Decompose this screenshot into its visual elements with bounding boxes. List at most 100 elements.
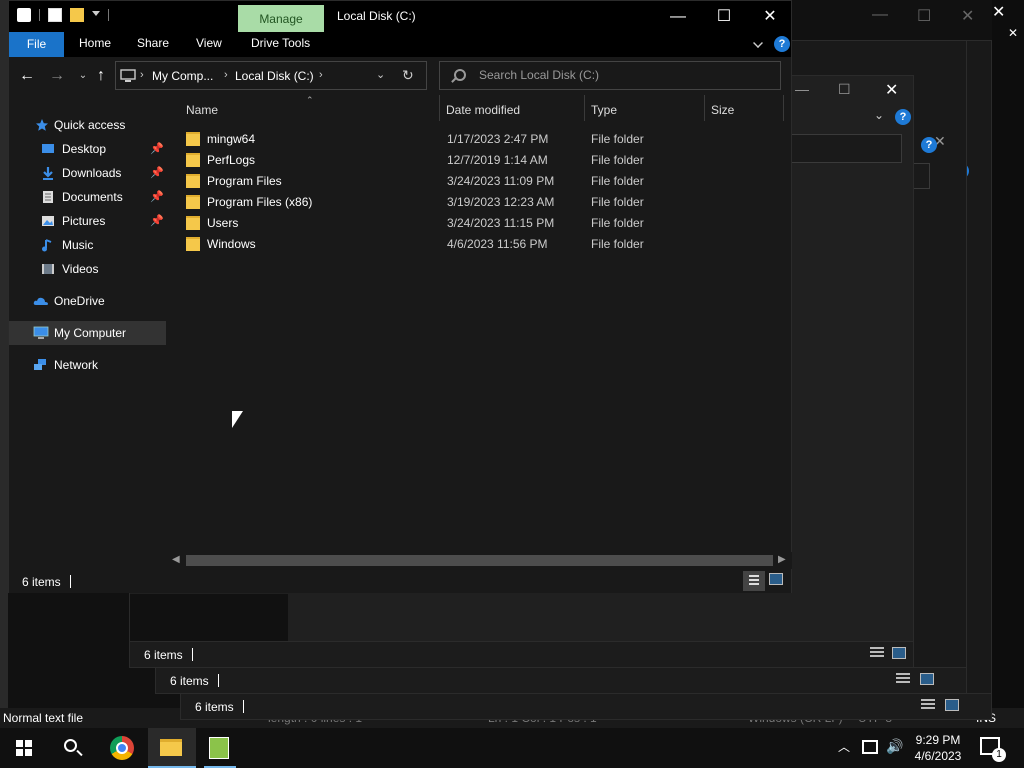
column-divider[interactable] <box>439 95 440 121</box>
large-icons-view-button[interactable] <box>769 573 783 585</box>
scroll-left-arrow-icon[interactable]: ◀ <box>172 554 180 565</box>
nav-videos[interactable]: Videos <box>9 257 166 281</box>
maximize-button[interactable]: ☐ <box>701 1 747 32</box>
tiles-view-icon[interactable] <box>892 647 906 659</box>
start-button[interactable] <box>0 728 48 768</box>
notepad-plus-plus-taskbar-button[interactable] <box>196 728 244 768</box>
windows-logo-icon <box>16 740 32 756</box>
bg-maximize-button[interactable]: ☐ <box>917 6 931 26</box>
file-row[interactable]: PerfLogs 12/7/2019 1:14 AM File folder <box>186 150 786 171</box>
help-icon[interactable]: ? <box>921 137 937 153</box>
minimize-icon[interactable]: — <box>795 81 809 97</box>
bg-close-button[interactable]: ✕ <box>961 6 974 26</box>
videos-icon <box>42 264 54 274</box>
app-icon[interactable] <box>17 8 31 22</box>
breadcrumb-local-disk[interactable]: Local Disk (C:) <box>235 69 314 83</box>
chrome-taskbar-button[interactable] <box>98 728 146 768</box>
scroll-right-arrow-icon[interactable]: ▶ <box>778 554 786 565</box>
bg-close-small[interactable]: ✕ <box>1008 26 1018 40</box>
volume-icon[interactable]: 🔊 <box>886 738 903 768</box>
forward-button[interactable]: → <box>47 66 67 86</box>
refresh-icon[interactable]: ↻ <box>402 67 414 84</box>
breadcrumb-my-computer[interactable]: My Comp... <box>152 69 213 83</box>
details-view-button[interactable] <box>743 571 765 591</box>
file-explorer-window[interactable]: Manage Local Disk (C:) — ☐ ✕ File Home S… <box>8 0 792 593</box>
file-explorer-taskbar-button[interactable] <box>148 728 196 768</box>
item-count: 6 items <box>170 674 209 688</box>
scrollbar-thumb[interactable] <box>186 555 773 566</box>
ribbon-expand-icon[interactable]: ⌄ <box>874 108 884 122</box>
tab-home[interactable]: Home <box>79 36 111 50</box>
title-bar[interactable]: Manage Local Disk (C:) — ☐ ✕ <box>9 1 791 32</box>
tab-drive-tools[interactable]: Drive Tools <box>251 36 310 50</box>
bg-minimize-button[interactable]: — <box>872 6 888 24</box>
file-name: Program Files <box>207 174 282 188</box>
address-history-dropdown-icon[interactable]: ⌄ <box>376 68 385 81</box>
search-box[interactable] <box>439 61 781 90</box>
up-button[interactable]: ↑ <box>91 66 111 86</box>
column-divider[interactable] <box>783 95 784 121</box>
details-view-icon[interactable] <box>896 673 910 685</box>
column-divider[interactable] <box>584 95 585 121</box>
computer-icon <box>120 69 136 82</box>
manage-tab[interactable]: Manage <box>238 5 324 32</box>
customize-toolbar-icon[interactable] <box>92 11 100 19</box>
close-icon[interactable]: ✕ <box>885 80 898 100</box>
maximize-icon[interactable]: ☐ <box>838 81 851 98</box>
tab-share[interactable]: Share <box>137 36 169 50</box>
new-folder-icon[interactable] <box>70 8 84 22</box>
search-icon <box>454 69 466 81</box>
details-view-icon[interactable] <box>921 699 935 711</box>
taskbar: ︿ 🔊 9:29 PM 4/6/2023 1 <box>0 728 1024 768</box>
back-button[interactable]: ← <box>17 66 37 86</box>
nav-network[interactable]: Network <box>9 353 166 377</box>
column-header-type[interactable]: Type <box>591 103 617 117</box>
minimize-button[interactable]: — <box>655 1 701 32</box>
close-button[interactable]: ✕ <box>747 1 793 32</box>
help-icon[interactable]: ? <box>895 109 911 125</box>
tiles-view-icon[interactable] <box>920 673 934 685</box>
file-row[interactable]: Windows 4/6/2023 11:56 PM File folder <box>186 234 786 255</box>
file-type-status: Normal text file <box>3 711 84 725</box>
nav-quick-access[interactable]: Quick access <box>9 113 166 137</box>
help-icon[interactable]: ? <box>774 36 790 52</box>
recent-locations-icon[interactable]: ⌄ <box>73 66 93 86</box>
file-row[interactable]: Program Files (x86) 3/19/2023 12:23 AM F… <box>186 192 786 213</box>
item-count: 6 items <box>22 575 61 589</box>
file-date: 3/24/2023 11:09 PM <box>447 174 555 188</box>
column-header-name[interactable]: Name <box>186 103 218 117</box>
horizontal-scrollbar[interactable]: ◀ ▶ <box>166 552 792 569</box>
address-bar[interactable]: › My Comp... › Local Disk (C:) › ⌄ ↻ <box>115 61 427 90</box>
bg-close-button-2[interactable]: ✕ <box>992 2 1005 22</box>
file-type: File folder <box>591 174 644 188</box>
nav-my-computer[interactable]: My Computer <box>9 321 166 345</box>
column-headers: ⌃ Name Date modified Type Size <box>166 95 792 125</box>
nav-label: Downloads <box>62 166 122 180</box>
column-divider[interactable] <box>704 95 705 121</box>
nav-pictures[interactable]: Pictures 📌 <box>9 209 166 233</box>
column-header-date-modified[interactable]: Date modified <box>446 103 520 117</box>
file-row[interactable]: Users 3/24/2023 11:15 PM File folder <box>186 213 786 234</box>
expand-ribbon-icon[interactable] <box>753 38 763 48</box>
nav-downloads[interactable]: Downloads 📌 <box>9 161 166 185</box>
tiles-view-icon[interactable] <box>945 699 959 711</box>
column-header-size[interactable]: Size <box>711 103 734 117</box>
system-clock[interactable]: 9:29 PM 4/6/2023 <box>908 732 968 764</box>
properties-icon[interactable] <box>48 8 62 22</box>
file-type: File folder <box>591 237 644 251</box>
network-tray-icon[interactable] <box>862 740 878 754</box>
nav-music[interactable]: Music <box>9 233 166 257</box>
taskbar-search-button[interactable] <box>48 728 96 768</box>
item-count: 6 items <box>195 700 234 714</box>
show-hidden-icons-chevron-icon[interactable]: ︿ <box>838 738 850 768</box>
nav-documents[interactable]: Documents 📌 <box>9 185 166 209</box>
tab-file[interactable]: File <box>9 32 64 57</box>
notification-count-badge: 1 <box>992 748 1006 762</box>
details-view-icon[interactable] <box>870 647 884 659</box>
nav-desktop[interactable]: Desktop 📌 <box>9 137 166 161</box>
file-row[interactable]: mingw64 1/17/2023 2:47 PM File folder <box>186 129 786 150</box>
nav-onedrive[interactable]: OneDrive <box>9 289 166 313</box>
file-row[interactable]: Program Files 3/24/2023 11:09 PM File fo… <box>186 171 786 192</box>
tab-view[interactable]: View <box>196 36 222 50</box>
search-input[interactable] <box>479 68 769 82</box>
